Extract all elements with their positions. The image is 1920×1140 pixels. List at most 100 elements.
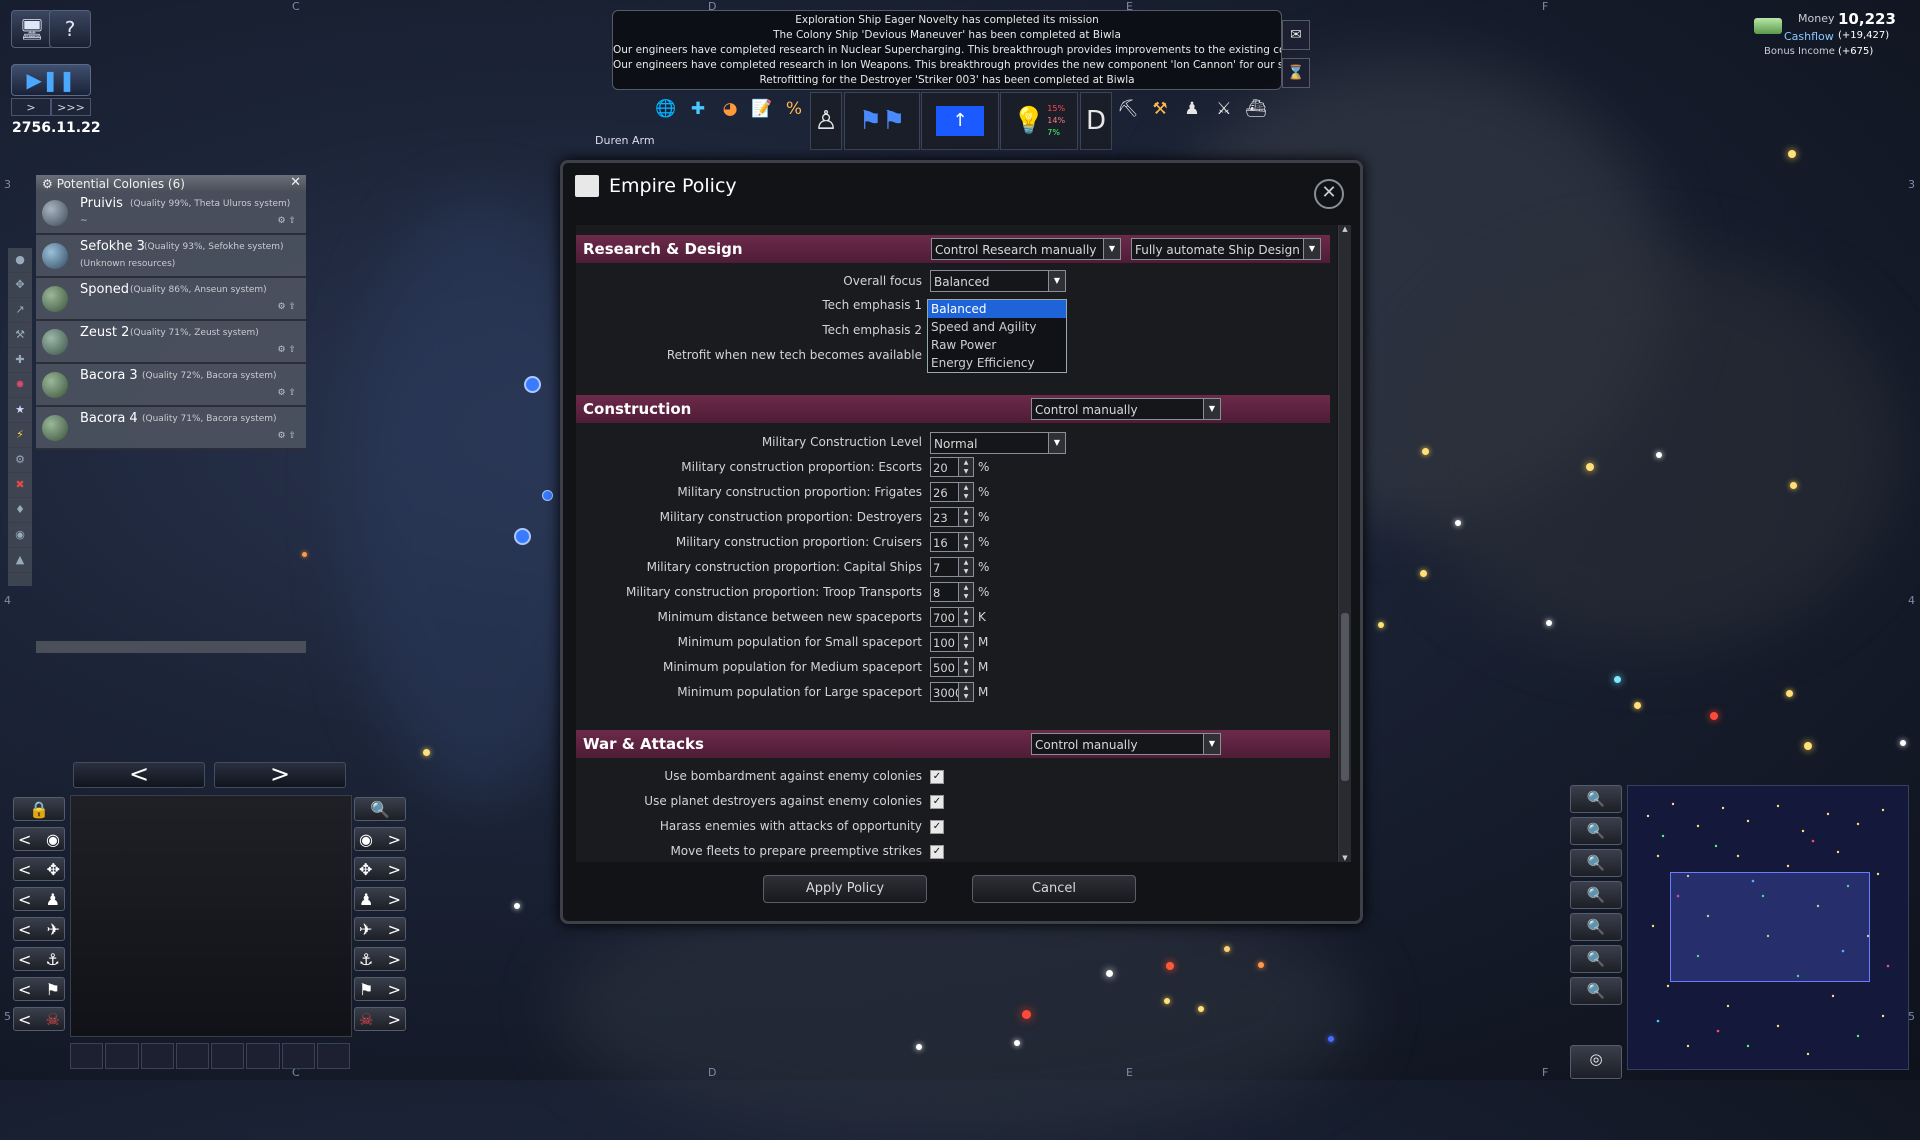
group-slot[interactable] <box>175 1043 209 1069</box>
pirate-cycle-left[interactable]: < ☠ <box>13 1007 65 1031</box>
cancel-button[interactable]: Cancel <box>972 875 1136 903</box>
setting-stepper[interactable]: 20 ▲ ▼ <box>930 457 974 477</box>
lock-button[interactable]: 🔒 <box>13 797 65 821</box>
setting-stepper[interactable]: 700 ▲ ▼ <box>930 607 974 627</box>
group-slot[interactable] <box>105 1043 139 1069</box>
scroll-thumb[interactable] <box>1341 613 1349 781</box>
group-slot[interactable] <box>70 1043 104 1069</box>
policy-button[interactable]: 📝 <box>747 94 777 124</box>
colonies-scrollbar[interactable] <box>36 641 306 653</box>
stepper-arrows-icon[interactable]: ▲ ▼ <box>958 658 973 676</box>
setting-stepper[interactable]: 8 ▲ ▼ <box>930 582 974 602</box>
colony-item[interactable]: Sefokhe 3 (Quality 93%, Sefokhe system) … <box>36 235 306 278</box>
zoom-enemies-button[interactable]: 🔍 <box>1570 849 1622 877</box>
close-button[interactable]: ✕ <box>1314 179 1344 209</box>
war-mode-select[interactable]: Control manually ▼ <box>1031 733 1221 755</box>
base-cycle-right[interactable]: ✥ > <box>354 857 406 881</box>
message-line[interactable]: Retrofitting for the Destroyer 'Striker … <box>613 73 1281 88</box>
pirate-tab-icon[interactable]: ✸ <box>8 373 32 398</box>
colony-item[interactable]: Pruivis (Quality 99%, Theta Uluros syste… <box>36 192 306 235</box>
mining-button[interactable]: ⛏ <box>1113 94 1143 124</box>
research-mode-select[interactable]: Control Research manually ▼ <box>931 238 1121 260</box>
agents-button[interactable]: ♙ <box>810 92 842 150</box>
stepper-arrows-icon[interactable]: ▲ ▼ <box>958 608 973 626</box>
zoom-selected-button[interactable]: 🔍 <box>354 797 406 821</box>
stepper-arrows-icon[interactable]: ▲ ▼ <box>958 683 973 701</box>
construction-mode-select[interactable]: Control manually ▼ <box>1031 398 1221 420</box>
ship-tab-icon[interactable]: ↗ <box>8 298 32 323</box>
zoom-out-button[interactable]: 🔍 <box>1570 785 1622 813</box>
troops-button[interactable]: ♟ <box>1177 94 1207 124</box>
main-menu-button[interactable]: 🖥 <box>11 10 53 48</box>
empire-button[interactable]: 🌐 <box>651 94 681 124</box>
war-setting-checkbox[interactable]: ✓ <box>930 820 944 834</box>
group-slot[interactable] <box>281 1043 315 1069</box>
ship-cycle-left[interactable]: < ✈ <box>13 917 65 941</box>
war-setting-checkbox[interactable]: ✓ <box>930 845 944 859</box>
setting-stepper[interactable]: 3000 ▲ ▼ <box>930 682 974 702</box>
design-button[interactable]: ↑ <box>921 92 999 150</box>
scroll-down-icon[interactable]: ▼ <box>1339 854 1351 862</box>
research-button[interactable]: 💡 15% 14% 7% <box>1000 92 1078 150</box>
stepper-arrows-icon[interactable]: ▲ ▼ <box>958 633 973 651</box>
colony-item[interactable]: Zeust 2 (Quality 71%, Zeust system) ⚙ ⇧ <box>36 321 306 364</box>
construction-level-select[interactable]: Normal ▼ <box>930 432 1066 454</box>
message-history-button[interactable]: ✉ <box>1282 20 1310 50</box>
ships-button[interactable]: ⛴ <box>1241 94 1271 124</box>
ship-design-select[interactable]: Fully automate Ship Design ▼ <box>1131 238 1321 260</box>
stepper-arrows-icon[interactable]: ▲ ▼ <box>958 533 973 551</box>
planet-tab-icon[interactable]: ● <box>8 248 32 273</box>
galaxy-view-button[interactable]: ◎ <box>1570 1045 1622 1079</box>
message-timer-button[interactable]: ⌛ <box>1282 58 1310 88</box>
message-line[interactable]: Exploration Ship Eager Novelty has compl… <box>613 13 1281 28</box>
enemy-tab-icon[interactable]: ✖ <box>8 473 32 498</box>
stepper-arrows-icon[interactable]: ▲ ▼ <box>958 458 973 476</box>
group-slot[interactable] <box>211 1043 245 1069</box>
setting-stepper[interactable]: 500 ▲ ▼ <box>930 657 974 677</box>
globe-tab-icon[interactable]: ◉ <box>8 523 32 548</box>
resource-tab-icon[interactable]: ♦ <box>8 498 32 523</box>
setting-stepper[interactable]: 7 ▲ ▼ <box>930 557 974 577</box>
overall-focus-select[interactable]: Balanced ▼ <box>930 270 1066 292</box>
stepper-arrows-icon[interactable]: ▲ ▼ <box>958 508 973 526</box>
construction-cycle-left[interactable]: < ⚓ <box>13 947 65 971</box>
setting-stepper[interactable]: 100 ▲ ▼ <box>930 632 974 652</box>
tax-button[interactable]: % <box>779 94 809 124</box>
troop-cycle-left[interactable]: < ♟ <box>13 887 65 911</box>
construction-button[interactable]: ⚒ <box>1145 94 1175 124</box>
energy-tab-icon[interactable]: ⚡ <box>8 423 32 448</box>
speed-slow-button[interactable]: > <box>11 98 51 116</box>
zoom-colonies-button[interactable]: 🔍 <box>1570 881 1622 909</box>
stepper-arrows-icon[interactable]: ▲ ▼ <box>958 483 973 501</box>
message-line[interactable]: The Colony Ship 'Devious Maneuver' has b… <box>613 28 1281 43</box>
troops-tab-icon[interactable]: ✚ <box>8 348 32 373</box>
ship-cycle-right[interactable]: ✈ > <box>354 917 406 941</box>
troop-cycle-right[interactable]: ♟ > <box>354 887 406 911</box>
stepper-arrows-icon[interactable]: ▲ ▼ <box>958 558 973 576</box>
play-pause-button[interactable]: ▶❚❚ <box>11 64 91 96</box>
expansion-button[interactable]: ✚ <box>683 94 713 124</box>
crosshair-tab-icon[interactable]: ✥ <box>8 273 32 298</box>
intelligence-button[interactable]: D <box>1080 92 1112 150</box>
message-line[interactable]: Our engineers have completed research in… <box>613 43 1281 58</box>
war-setting-checkbox[interactable]: ✓ <box>930 770 944 784</box>
speed-fast-button[interactable]: >>> <box>51 98 91 116</box>
scroll-up-icon[interactable]: ▲ <box>1339 225 1351 233</box>
fleets-button[interactable]: ⚔ <box>1209 94 1239 124</box>
pirate-cycle-right[interactable]: ☠ > <box>354 1007 406 1031</box>
galaxy-minimap[interactable] <box>1627 785 1909 1070</box>
construction-tab-icon[interactable]: ⚒ <box>8 323 32 348</box>
focus-option[interactable]: Speed and Agility <box>928 318 1066 336</box>
focus-option[interactable]: Balanced <box>928 300 1066 318</box>
planet-cycle-left[interactable]: < ◉ <box>13 827 65 851</box>
zoom-ships-button[interactable]: 🔍 <box>1570 945 1622 973</box>
misc-tab-icon[interactable]: ▲ <box>8 548 32 573</box>
group-slot[interactable] <box>316 1043 350 1069</box>
next-button[interactable]: > <box>214 762 346 788</box>
help-button[interactable]: ? <box>49 10 91 48</box>
planet-cycle-right[interactable]: ◉ > <box>354 827 406 851</box>
colony-item[interactable]: Sponed (Quality 86%, Anseun system) ⚙ ⇧ <box>36 278 306 321</box>
star-tab-icon[interactable]: ★ <box>8 398 32 423</box>
policy-scrollbar[interactable]: ▲ ▼ <box>1338 225 1351 862</box>
colony-item[interactable]: Bacora 4 (Quality 71%, Bacora system) ⚙ … <box>36 407 306 450</box>
